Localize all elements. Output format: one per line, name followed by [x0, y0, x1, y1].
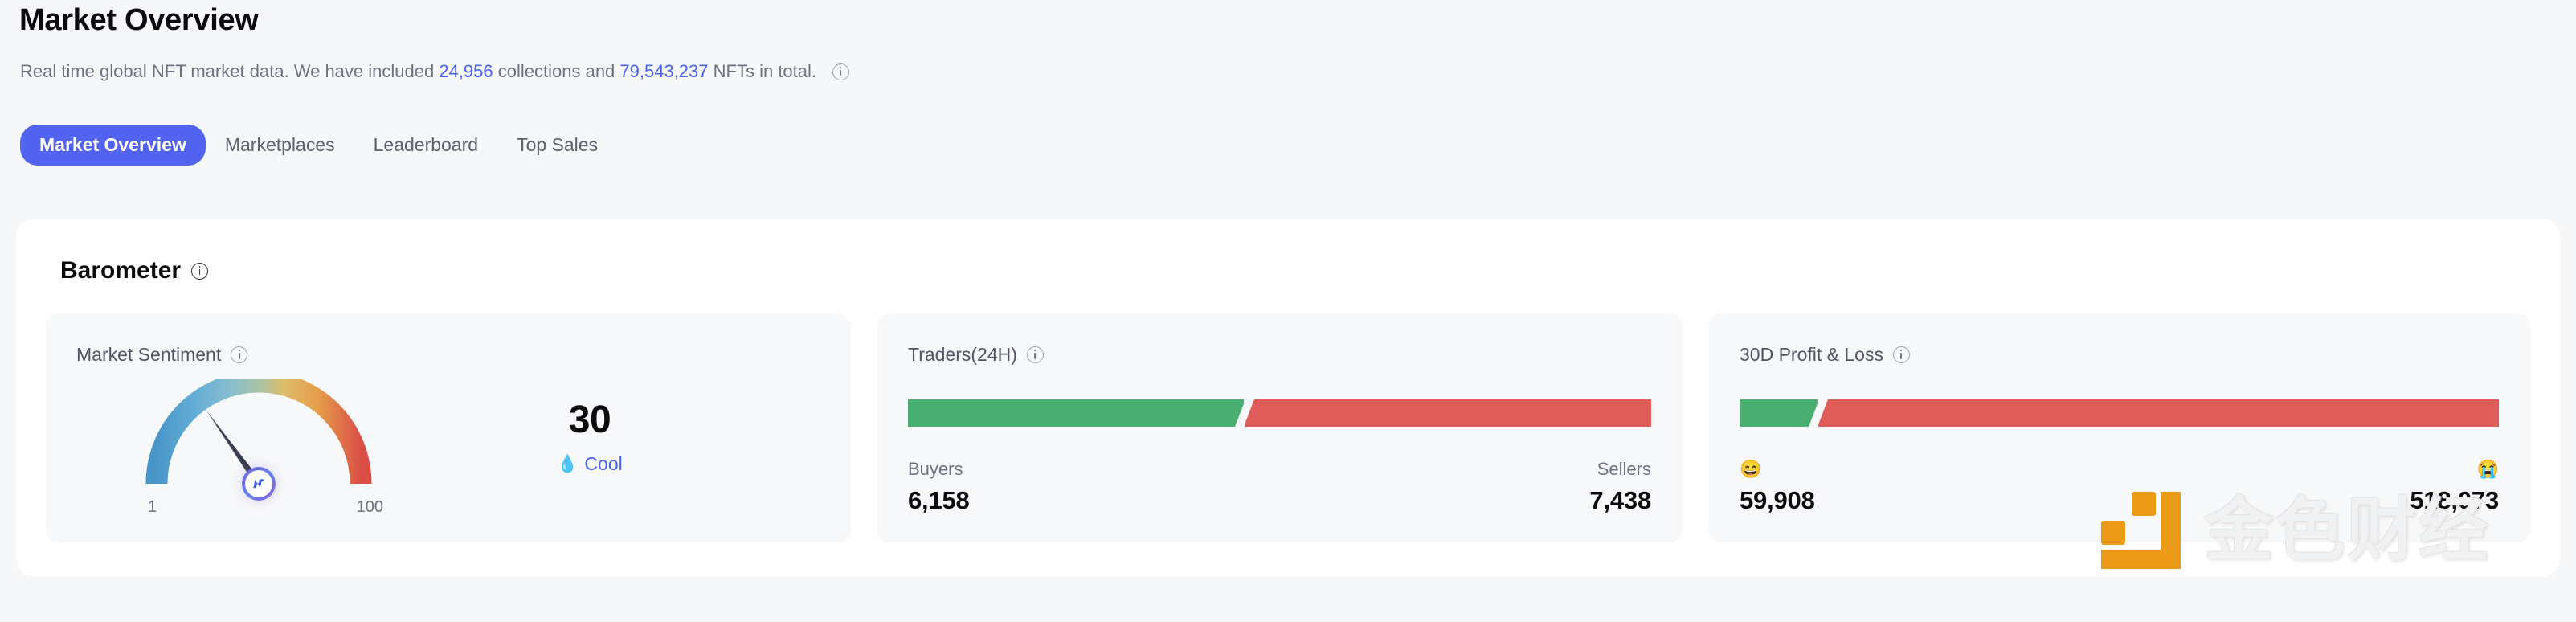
barometer-title: Barometer — [60, 257, 182, 284]
sentiment-score-value: 30 — [568, 399, 611, 441]
traders-sellers-label: Sellers — [1597, 459, 1651, 479]
traders-24h-label: Traders(24H) — [908, 344, 1017, 365]
barometer-card-row: Market Sentiment 1 100 30 💧 Cool Traders… — [46, 313, 2530, 542]
gauge-scale-labels: 1 100 — [134, 498, 383, 522]
profit-loss-label: 30D Profit & Loss — [1740, 344, 1883, 365]
gauge-hub — [242, 467, 276, 501]
traders-sellers-block: Sellers 7,438 — [1589, 458, 1651, 515]
profit-value: 59,908 — [1740, 485, 1815, 514]
market-overview-page: Market Overview Real time global NFT mar… — [0, 0, 2576, 622]
traders-legend: Buyers 6,158 Sellers 7,438 — [908, 458, 1651, 515]
info-icon[interactable] — [231, 346, 248, 363]
barometer-panel: Barometer Market Sentiment 1 100 30 💧 Co… — [16, 219, 2560, 576]
market-sentiment-label: Market Sentiment — [76, 344, 222, 365]
tab-marketplaces[interactable]: Marketplaces — [206, 125, 354, 166]
gauge-max-label: 100 — [356, 498, 383, 516]
tab-leaderboard[interactable]: Leaderboard — [354, 125, 497, 166]
page-subtitle: Real time global NFT market data. We hav… — [20, 61, 849, 82]
subtitle-text-pre: Real time global NFT market data. We hav… — [20, 61, 440, 81]
traders-24h-card: Traders(24H) Buyers 6,158 Sellers 7,438 — [877, 313, 1683, 542]
subtitle-text-post: NFTs in total. — [708, 61, 816, 81]
subtitle-text-mid: collections and — [493, 61, 620, 81]
market-sentiment-title-row: Market Sentiment — [76, 344, 248, 366]
profit-block: 😄 59,908 — [1740, 458, 1815, 515]
info-icon[interactable] — [1026, 346, 1044, 363]
profit-loss-title-row: 30D Profit & Loss — [1740, 344, 1910, 366]
subtitle-info-icon-wrap[interactable] — [832, 63, 849, 80]
sentiment-score-block: 30 💧 Cool — [457, 399, 722, 475]
sentiment-mood-row: 💧 Cool — [457, 453, 722, 475]
traders-sellers-value: 7,438 — [1589, 485, 1651, 514]
profit-loss-legend: 😄 59,908 😭 518,073 — [1740, 458, 2499, 515]
traders-buyers-label: Buyers — [908, 459, 963, 479]
traders-sellers-segment — [1244, 399, 1651, 427]
traders-24h-title-row: Traders(24H) — [908, 344, 1044, 366]
profit-segment — [1740, 399, 1820, 427]
profit-loss-30d-card: 30D Profit & Loss 😄 59,908 😭 518,073 — [1709, 313, 2530, 542]
page-title: Market Overview — [19, 3, 259, 37]
crying-face-icon: 😭 — [2476, 459, 2499, 479]
traders-buyers-segment — [908, 399, 1246, 427]
nftgo-n-logo-icon — [253, 479, 264, 489]
loss-segment — [1818, 399, 2499, 427]
traders-split-bar — [908, 399, 1651, 427]
sentiment-mood-label: Cool — [584, 453, 623, 475]
traders-buyers-block: Buyers 6,158 — [908, 458, 970, 515]
tab-bar: Market Overview Marketplaces Leaderboard… — [20, 125, 617, 166]
loss-block: 😭 518,073 — [2410, 458, 2499, 515]
gauge-min-label: 1 — [148, 498, 157, 516]
market-sentiment-card: Market Sentiment 1 100 30 💧 Cool — [46, 313, 851, 542]
sentiment-gauge: 1 100 — [134, 379, 383, 524]
tab-market-overview[interactable]: Market Overview — [20, 125, 206, 166]
droplet-icon: 💧 — [557, 454, 579, 473]
info-icon[interactable] — [832, 63, 849, 80]
gauge-hub-inner — [245, 470, 272, 497]
loss-value: 518,073 — [2410, 485, 2499, 514]
info-icon[interactable] — [1892, 346, 1910, 363]
grinning-face-icon: 😄 — [1740, 459, 1762, 479]
barometer-header: Barometer — [60, 257, 209, 284]
nfts-count: 79,543,237 — [619, 61, 709, 81]
profit-loss-split-bar — [1740, 399, 2499, 427]
info-icon[interactable] — [191, 262, 209, 280]
collections-count: 24,956 — [439, 61, 493, 81]
traders-buyers-value: 6,158 — [908, 485, 970, 514]
tab-top-sales[interactable]: Top Sales — [497, 125, 617, 166]
